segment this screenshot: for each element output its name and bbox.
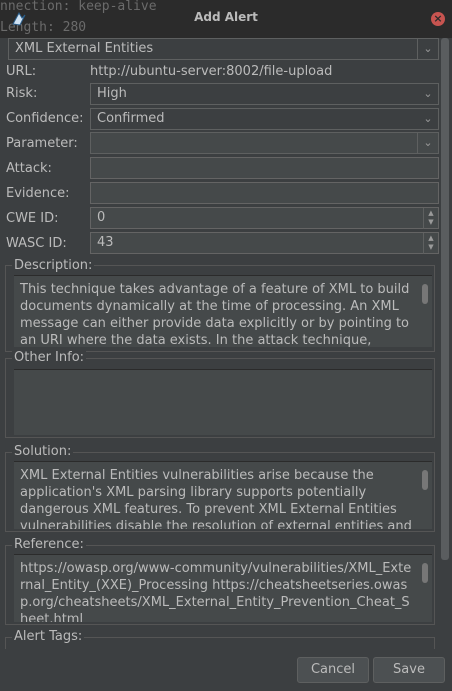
description-textarea[interactable]: This technique takes advantage of a feat… (14, 275, 432, 347)
description-scrollbar[interactable] (422, 284, 428, 304)
description-text: This technique takes advantage of a feat… (20, 282, 410, 347)
wasc-id-label: WASC ID: (6, 236, 67, 251)
alert-name-value: XML External Entities (15, 41, 154, 56)
solution-text: XML External Entities vulnerabilities ar… (20, 468, 412, 529)
attack-input[interactable] (90, 157, 439, 179)
confidence-select[interactable]: Confirmed ⌄ (90, 108, 439, 130)
solution-textarea[interactable]: XML External Entities vulnerabilities ar… (14, 461, 432, 529)
url-label: URL: (6, 64, 37, 79)
title-bar: nnection: keep-alive Length: 280 Add Ale… (0, 0, 452, 38)
cwe-id-spinner[interactable]: 0 ▲ ▼ (90, 207, 439, 229)
chevron-down-icon: ⌄ (417, 39, 438, 59)
cwe-id-label: CWE ID: (6, 211, 59, 226)
parameter-label: Parameter: (6, 136, 78, 151)
confidence-label: Confidence: (6, 111, 84, 126)
other-info-textarea[interactable] (14, 369, 432, 435)
other-info-panel (5, 358, 435, 438)
parameter-combo[interactable]: ⌄ (90, 132, 439, 154)
reference-text: https://owasp.org/www-community/vulnerab… (20, 561, 412, 622)
cwe-id-value: 0 (97, 210, 106, 225)
window-title: Add Alert (194, 10, 258, 24)
cancel-button[interactable]: Cancel (297, 657, 369, 683)
description-title: Description: (12, 258, 95, 273)
solution-panel: XML External Entities vulnerabilities ar… (5, 452, 435, 532)
risk-select[interactable]: High ⌄ (90, 83, 439, 105)
reference-title: Reference: (12, 537, 86, 552)
url-value: http://ubuntu-server:8002/file-upload (90, 64, 333, 79)
confidence-value: Confirmed (97, 111, 165, 126)
close-icon[interactable]: × (431, 12, 445, 26)
chevron-down-icon: ⌄ (423, 87, 433, 100)
reference-panel: https://owasp.org/www-community/vulnerab… (5, 545, 435, 625)
chevron-down-icon: ⌄ (423, 112, 433, 125)
risk-value: High (97, 86, 127, 101)
reference-scrollbar[interactable] (422, 563, 428, 583)
evidence-input[interactable] (90, 182, 439, 204)
solution-title: Solution: (12, 444, 74, 459)
dialog-scrollbar[interactable] (441, 38, 449, 560)
spinner-arrows-icon[interactable]: ▲ ▼ (423, 208, 438, 229)
wasc-id-spinner[interactable]: 43 ▲ ▼ (90, 232, 439, 254)
reference-textarea[interactable]: https://owasp.org/www-community/vulnerab… (14, 554, 432, 622)
risk-label: Risk: (6, 86, 38, 101)
other-info-title: Other Info: (12, 350, 87, 365)
alert-name-combo[interactable]: XML External Entities ⌄ (8, 38, 439, 60)
wasc-id-value: 43 (97, 235, 114, 250)
solution-scrollbar[interactable] (422, 470, 428, 490)
chevron-down-icon: ⌄ (417, 133, 438, 153)
spinner-arrows-icon[interactable]: ▲ ▼ (423, 233, 438, 254)
attack-label: Attack: (6, 161, 52, 176)
alert-tags-title: Alert Tags: (12, 629, 85, 644)
description-panel: This technique takes advantage of a feat… (5, 265, 435, 352)
evidence-label: Evidence: (6, 186, 70, 201)
save-button[interactable]: Save (373, 657, 445, 683)
